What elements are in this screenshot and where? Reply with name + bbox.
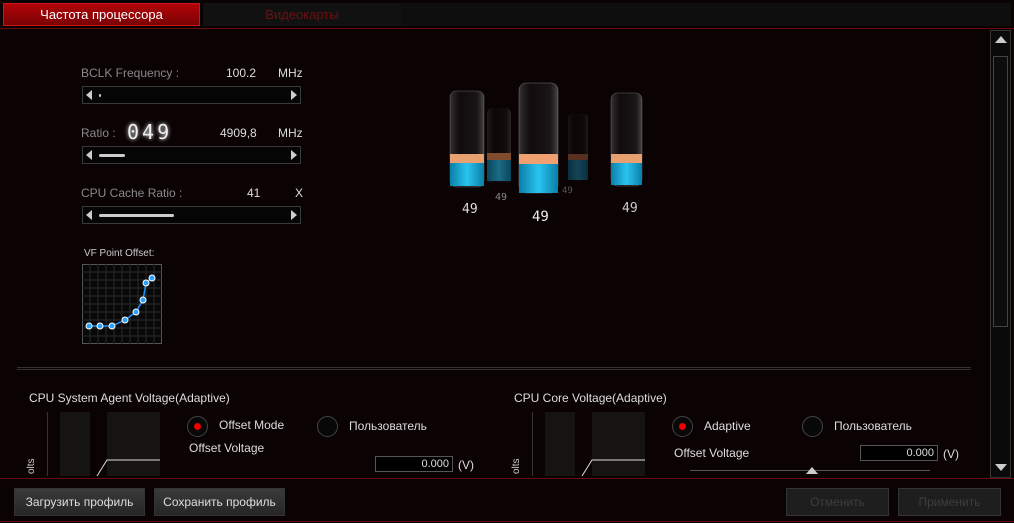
core-ratio-label: 49 [462,202,478,217]
sa-user-radio[interactable] [317,416,338,437]
bclk-slider[interactable] [82,86,301,104]
axis-line [532,412,533,476]
cache-unit: X [295,186,304,200]
slider-fill [99,154,126,157]
save-profile-button[interactable]: Сохранить профиль [154,488,285,516]
slider-thumb-icon[interactable] [806,467,818,474]
scrollbar[interactable] [990,30,1011,478]
divider [0,28,1014,29]
cache-label: CPU Cache Ratio : [81,186,183,200]
sa-offset-voltage-input[interactable]: 0.000 [375,456,453,472]
core-offset-voltage-input[interactable]: 0.000 [860,445,938,461]
bclk-value: 100.2 [226,66,257,80]
ratio-digital: 049 [127,120,173,144]
core-cylinders: 49 49 49 49 49 [449,82,643,225]
core-graph-bar [545,412,575,476]
ratio-unit: MHz [278,126,303,140]
core-ratio-label: 49 [495,192,507,203]
sa-voltage-graph [96,412,160,476]
core-cylinder [487,108,511,183]
core-ratio-label: 49 [562,186,573,196]
left-arrow-icon[interactable] [86,90,92,100]
core-cylinder [518,82,559,194]
right-arrow-icon[interactable] [291,90,297,100]
core-cylinder [568,113,588,181]
sa-axis-label: olts [26,458,37,474]
core-cylinder [449,90,485,188]
sa-graph-bar [60,412,90,476]
core-offset-voltage-label: Offset Voltage [674,446,750,460]
tab-cpu-frequency[interactable]: Частота процессора [3,3,200,26]
bclk-label: BCLK Frequency : [81,66,180,80]
scroll-up-icon[interactable] [995,36,1007,43]
core-adaptive-label: Adaptive [704,419,751,433]
section-divider [17,367,971,370]
scroll-thumb[interactable] [993,56,1008,327]
sa-offset-mode-label: Offset Mode [219,418,285,432]
ratio-label: Ratio : [81,126,116,140]
vf-label: VF Point Offset: [84,248,155,259]
slider-fill [99,214,174,217]
scroll-down-icon[interactable] [995,464,1007,471]
sa-offset-mode-radio[interactable] [187,416,208,437]
divider [0,478,1014,479]
tab-bar-filler [401,3,1011,26]
bclk-unit: MHz [278,66,303,80]
ratio-slider[interactable] [82,146,301,164]
ratio-value: 4909,8 [220,126,257,140]
sa-user-label: Пользователь [349,419,427,433]
cancel-button[interactable]: Отменить [786,488,889,516]
core-voltage-graph [581,412,645,476]
divider [0,521,1014,522]
core-axis-label: olts [511,458,522,474]
load-profile-button[interactable]: Загрузить профиль [14,488,145,516]
sa-offset-voltage-label: Offset Voltage [189,441,265,455]
cache-slider[interactable] [82,206,301,224]
slider-fill [99,94,101,97]
cache-value: 41 [247,186,261,200]
sa-voltage-title: CPU System Agent Voltage(Adaptive) [29,391,230,405]
right-arrow-icon[interactable] [291,210,297,220]
apply-button[interactable]: Применить [898,488,1001,516]
left-arrow-icon[interactable] [86,150,92,160]
core-user-radio[interactable] [802,416,823,437]
core-unit: (V) [943,447,959,461]
core-voltage-title: CPU Core Voltage(Adaptive) [514,391,667,405]
sa-unit: (V) [458,458,474,472]
core-user-label: Пользователь [834,419,912,433]
core-ratio-label: 49 [622,201,638,216]
left-arrow-icon[interactable] [86,210,92,220]
core-cylinder [610,92,643,187]
right-arrow-icon[interactable] [291,150,297,160]
core-ratio-label: 49 [532,209,549,225]
tab-graphics-cards[interactable]: Видеокарты [203,3,401,26]
core-adaptive-radio[interactable] [672,416,693,437]
vf-curve-graph[interactable] [82,264,162,344]
axis-line [47,412,48,476]
